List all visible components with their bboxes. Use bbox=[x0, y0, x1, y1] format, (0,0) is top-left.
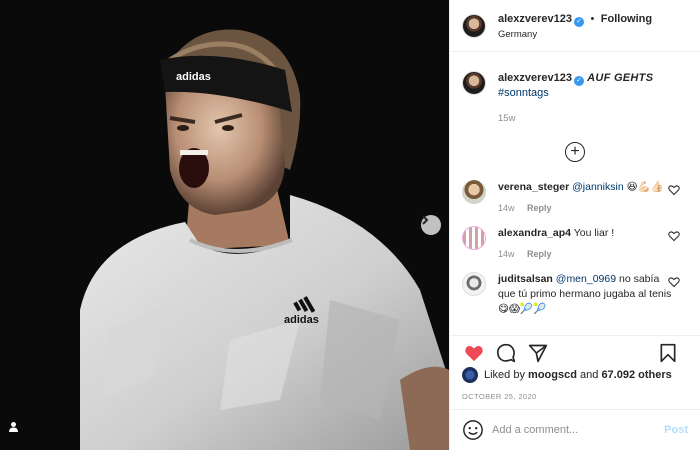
caption-username[interactable]: alexzverev123 bbox=[498, 72, 572, 84]
comment-text: You liar ! bbox=[570, 227, 615, 239]
comment-age: 14w bbox=[498, 203, 515, 213]
caption-hashtag[interactable]: #sonntags bbox=[498, 86, 653, 100]
reply-button[interactable]: Reply bbox=[527, 249, 552, 259]
likes-summary: Liked by moogscd and 67.092 others bbox=[462, 367, 672, 383]
commenter-username[interactable]: alexandra_ap4 bbox=[498, 227, 571, 239]
like-button[interactable] bbox=[462, 341, 486, 365]
caption-age: 15w bbox=[498, 113, 516, 124]
shirt-logo: adidas bbox=[284, 314, 319, 326]
verified-badge-icon: ✓ bbox=[574, 16, 585, 27]
comment-text: 😆💪🏻👍🏻 bbox=[623, 181, 664, 193]
player-illustration: adidas adidas bbox=[0, 0, 449, 450]
commenter-username[interactable]: verena_steger bbox=[498, 181, 569, 193]
post-caption: alexzverev123 ✓ AUF GEHTS #sonntags 15w bbox=[450, 53, 700, 126]
commenter-username[interactable]: juditsalsan bbox=[498, 273, 553, 285]
comment-item: alexandra_ap4 You liar ! 14w Reply bbox=[450, 226, 700, 262]
share-button[interactable] bbox=[526, 341, 550, 365]
comment-input[interactable] bbox=[492, 424, 665, 436]
comment-like-heart-icon[interactable] bbox=[668, 230, 680, 242]
comment-item: juditsalsan @men_0969 no sabía que tú pr… bbox=[450, 272, 700, 317]
commenter-avatar[interactable] bbox=[462, 226, 486, 250]
caption-avatar[interactable] bbox=[462, 71, 486, 95]
author-avatar[interactable] bbox=[462, 13, 486, 38]
plus-circle-icon: + bbox=[570, 143, 580, 160]
post-date[interactable]: OCTOBER 25, 2020 bbox=[462, 392, 537, 401]
verified-badge-icon: ✓ bbox=[574, 76, 585, 86]
liker-username[interactable]: moogscd bbox=[528, 369, 577, 381]
header-separator: • bbox=[590, 12, 595, 25]
tagged-users-button[interactable] bbox=[8, 421, 28, 441]
likes-joiner: and bbox=[580, 369, 599, 381]
liker-avatar[interactable] bbox=[462, 367, 478, 383]
following-button[interactable]: Following bbox=[601, 13, 652, 25]
comment-mention[interactable]: @men_0969 bbox=[556, 273, 616, 285]
paper-plane-icon bbox=[528, 344, 548, 362]
comment-button[interactable] bbox=[494, 341, 518, 365]
post-actions bbox=[450, 335, 700, 369]
add-comment-bar: Post bbox=[450, 409, 700, 450]
post-comment-button[interactable]: Post bbox=[664, 424, 688, 436]
post-side-panel: alexzverev123 ✓ • Following Germany alexz… bbox=[449, 0, 700, 450]
load-more-comments-button[interactable]: + bbox=[565, 142, 585, 162]
likes-count[interactable]: 67.092 others bbox=[601, 369, 671, 381]
next-photo-button[interactable] bbox=[421, 215, 441, 235]
user-tag-icon bbox=[9, 422, 18, 432]
comment-like-heart-icon[interactable] bbox=[668, 276, 680, 288]
commenter-avatar[interactable] bbox=[462, 272, 486, 296]
comment-item: verena_steger @janniksin 😆💪🏻👍🏻 14w Reply bbox=[450, 180, 700, 216]
chevron-right-icon bbox=[422, 215, 429, 225]
speech-bubble-icon bbox=[496, 343, 516, 362]
comments-list[interactable]: alexzverev123 ✓ AUF GEHTS #sonntags 15w +… bbox=[450, 53, 700, 335]
caption-text: AUF GEHTS bbox=[587, 72, 654, 84]
post-photo[interactable]: adidas adidas bbox=[0, 0, 449, 450]
post-location[interactable]: Germany bbox=[498, 27, 652, 42]
comment-mention[interactable]: @janniksin bbox=[572, 181, 624, 193]
likes-prefix: Liked by bbox=[484, 369, 525, 381]
reply-button[interactable]: Reply bbox=[527, 203, 552, 213]
heart-filled-icon bbox=[465, 345, 483, 361]
smiley-icon[interactable] bbox=[462, 419, 484, 441]
author-username[interactable]: alexzverev123 bbox=[498, 13, 572, 25]
comment-like-heart-icon[interactable] bbox=[668, 184, 680, 196]
post-header: alexzverev123 ✓ • Following Germany bbox=[450, 0, 700, 52]
save-button[interactable] bbox=[656, 341, 680, 365]
bookmark-icon bbox=[660, 343, 676, 363]
headband-logo: adidas bbox=[176, 71, 211, 83]
commenter-avatar[interactable] bbox=[462, 180, 486, 204]
comment-age: 14w bbox=[498, 249, 515, 259]
